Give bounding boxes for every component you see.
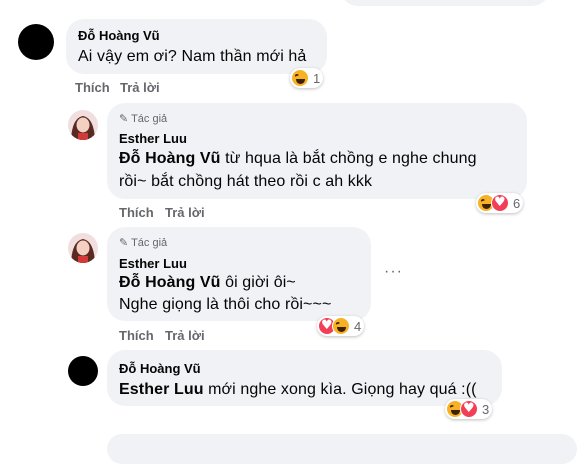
- avatar[interactable]: [68, 356, 98, 386]
- love-icon: [460, 400, 478, 418]
- like-button[interactable]: Thích: [75, 80, 110, 95]
- love-icon: [491, 194, 509, 212]
- avatar[interactable]: [68, 110, 98, 140]
- like-button[interactable]: Thích: [119, 205, 154, 220]
- profile-photo: [68, 233, 98, 263]
- reply-button[interactable]: Trả lời: [165, 328, 205, 343]
- mention-link[interactable]: Esther Luu: [119, 381, 204, 398]
- comment-text: Ai vậy em ơi? Nam thần mới hả: [78, 48, 307, 65]
- pencil-icon: ✎: [119, 112, 129, 125]
- pencil-icon: ✎: [119, 236, 129, 249]
- reaction-count: 1: [313, 70, 321, 86]
- reaction-summary[interactable]: 4: [317, 316, 365, 336]
- mention-link[interactable]: Đỗ Hoàng Vũ: [119, 274, 221, 291]
- reaction-summary[interactable]: 1: [290, 68, 324, 88]
- more-options-button[interactable]: ···: [384, 263, 403, 281]
- haha-icon: [291, 69, 309, 87]
- comment-author[interactable]: Đỗ Hoàng Vũ: [119, 361, 201, 376]
- comment-text-line-1: Đỗ Hoàng Vũ ôi giời ôi~: [119, 274, 296, 291]
- comment-text: Esther Luu mới nghe xong kìa. Giọng hay …: [119, 381, 477, 398]
- avatar[interactable]: [18, 24, 54, 60]
- comment-author[interactable]: Esther Luu: [119, 131, 187, 146]
- reaction-summary[interactable]: 6: [476, 193, 524, 213]
- like-button[interactable]: Thích: [119, 328, 154, 343]
- profile-photo: [68, 110, 98, 140]
- comment-author[interactable]: Esther Luu: [119, 256, 187, 271]
- reply-button[interactable]: Trả lời: [120, 80, 160, 95]
- comment-text-line-1: Đỗ Hoàng Vũ từ hqua là bắt chồng e nghe …: [119, 150, 477, 167]
- reaction-count: 3: [482, 401, 490, 417]
- haha-icon: [332, 317, 350, 335]
- reaction-count: 4: [354, 318, 362, 334]
- avatar[interactable]: [68, 233, 98, 263]
- author-badge: ✎ Tác giả: [119, 236, 168, 249]
- mention-link[interactable]: Đỗ Hoàng Vũ: [119, 150, 221, 167]
- next-comment-bubble-edge: [107, 434, 577, 464]
- reaction-count: 6: [513, 195, 521, 211]
- comment-text-line-2: Nghe giọng là thôi cho rồi~~~: [119, 296, 332, 313]
- author-badge: ✎ Tác giả: [119, 112, 168, 125]
- reaction-summary[interactable]: 3: [445, 399, 493, 419]
- reply-button[interactable]: Trả lời: [165, 205, 205, 220]
- comment-text-line-2: rồi~ bắt chồng hát theo rồi c ah kkk: [119, 173, 373, 190]
- comment-author[interactable]: Đỗ Hoàng Vũ: [78, 28, 160, 43]
- previous-comment-bubble-edge: [340, 0, 550, 6]
